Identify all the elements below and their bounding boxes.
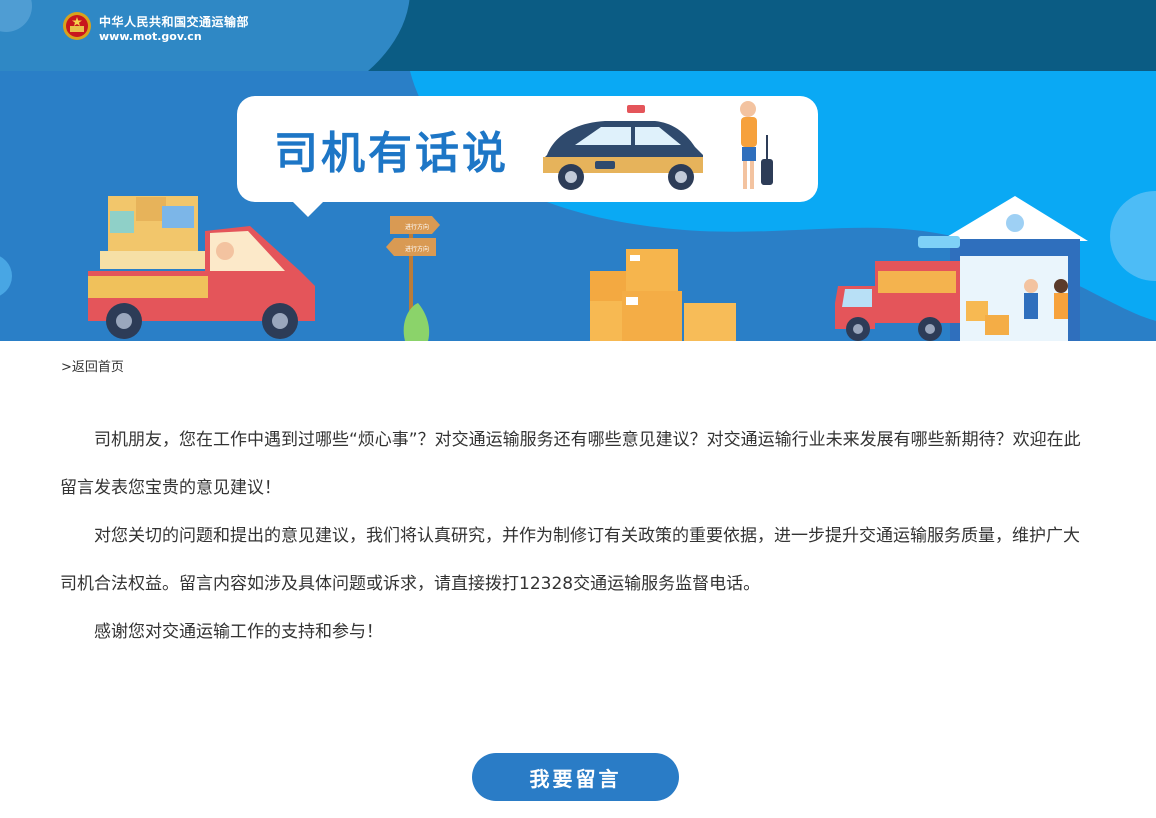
- leave-message-button[interactable]: 我要留言: [472, 753, 679, 801]
- article-body: 司机朋友，您在工作中遇到过哪些“烦心事”？对交通运输服务还有哪些意见建议？对交通…: [60, 416, 1096, 656]
- article-paragraph: 司机朋友，您在工作中遇到过哪些“烦心事”？对交通运输服务还有哪些意见建议？对交通…: [60, 430, 1081, 498]
- banner-title: 司机有话说: [274, 128, 509, 179]
- taxi-traveler-illustration: [543, 101, 773, 190]
- site-name[interactable]: 中华人民共和国交通运输部: [99, 13, 249, 30]
- sign-top-label: 进行方向: [405, 223, 429, 231]
- back-home-link[interactable]: >返回首页: [61, 356, 124, 375]
- national-emblem-icon[interactable]: [62, 11, 92, 41]
- hero-banner: 进行方向 进行方向 司机有话说: [0, 71, 1156, 341]
- sign-bottom-label: 进行方向: [405, 245, 429, 253]
- article-paragraph: 对您关切的问题和提出的意见建议，我们将认真研究，并作为制修订有关政策的重要依据，…: [60, 526, 1080, 594]
- taxi-icon: [543, 105, 703, 190]
- traveler-icon: [740, 101, 773, 189]
- site-header: 中华人民共和国交通运输部 www.mot.gov.cn: [0, 0, 1156, 71]
- article-paragraph: 感谢您对交通运输工作的支持和参与！: [94, 622, 383, 642]
- banner-title-tail: [290, 199, 326, 217]
- site-url[interactable]: www.mot.gov.cn: [99, 30, 202, 43]
